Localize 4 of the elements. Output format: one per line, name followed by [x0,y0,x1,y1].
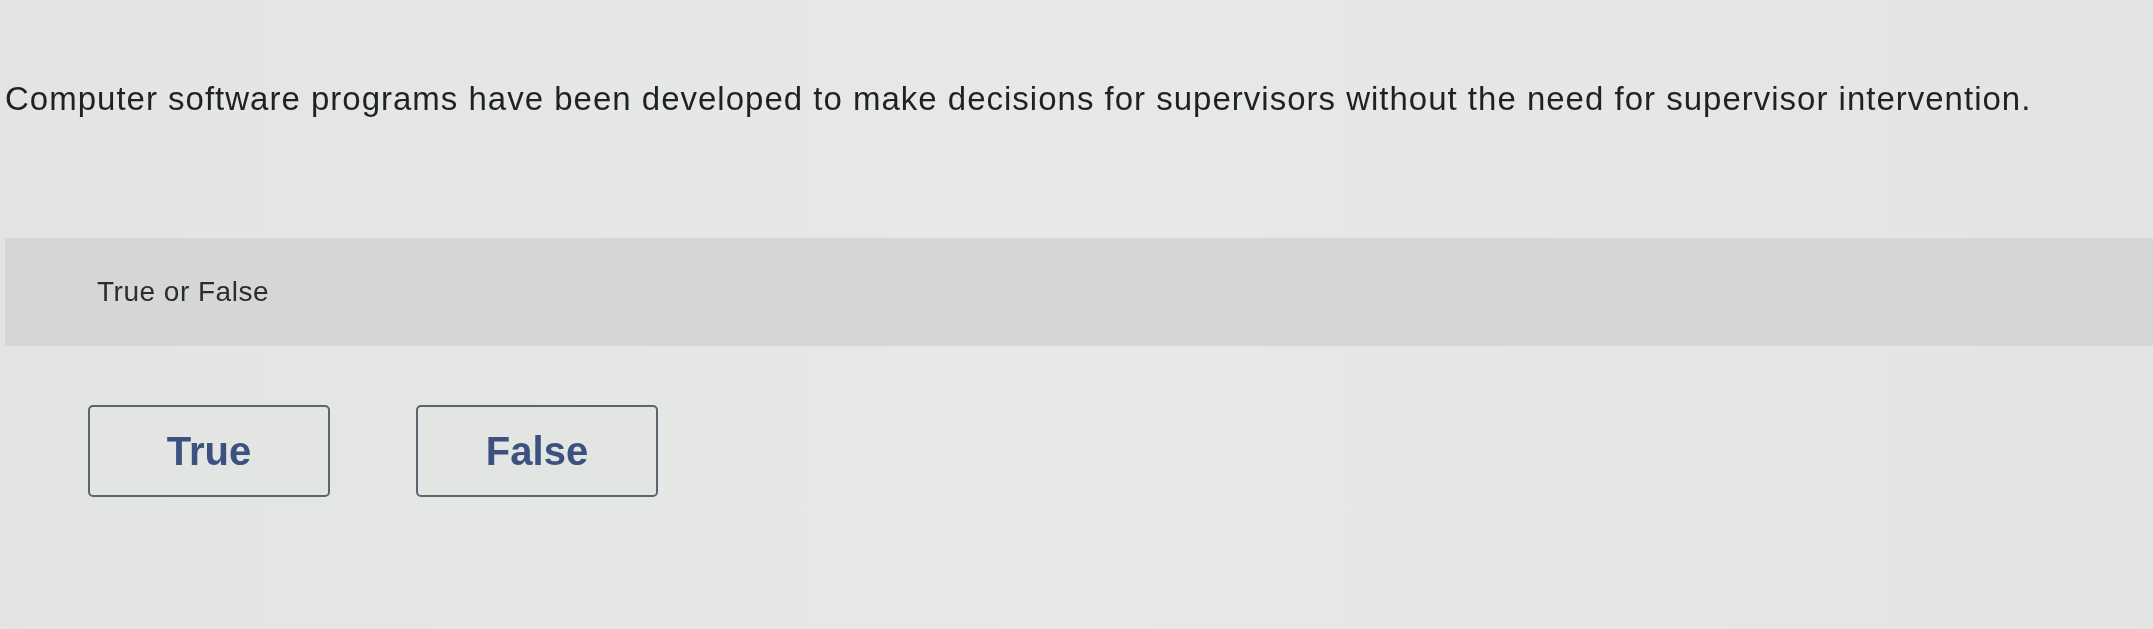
answer-button[interactable]: False [416,405,658,497]
prompt-text: True or False [97,276,269,308]
question-text: Computer software programs have been developed to make decisions for supervisors without the need for supervisor intervention. [5,80,2032,118]
answer-button[interactable]: True [88,405,330,497]
